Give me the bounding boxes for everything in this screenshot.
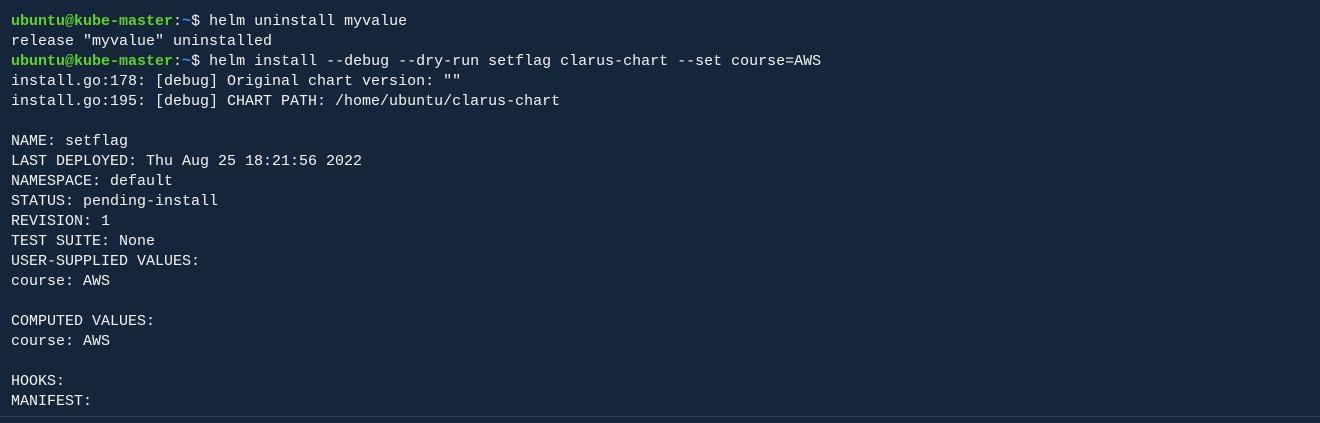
prompt-path: ~ [182,53,192,70]
output-line: REVISION: 1 [11,213,111,230]
output-line: install.go:195: [debug] CHART PATH: /hom… [11,93,561,110]
command-text: helm uninstall myvalue [209,13,408,30]
divider [0,416,1320,417]
command-text: helm install --debug --dry-run setflag c… [209,53,822,70]
output-line: release "myvalue" uninstalled [11,33,273,50]
prompt-user: ubuntu@kube-master [11,13,174,30]
output-line: course: AWS [11,333,111,350]
output-line: NAMESPACE: default [11,173,174,190]
output-line: LAST DEPLOYED: Thu Aug 25 18:21:56 2022 [11,153,363,170]
prompt-symbol: $ [191,13,210,30]
output-line: MANIFEST: [11,393,93,410]
output-line: STATUS: pending-install [11,193,219,210]
output-line: NAME: setflag [11,133,129,150]
prompt-separator: : [173,13,183,30]
output-line: USER-SUPPLIED VALUES: [11,253,201,270]
output-line: course: AWS [11,273,111,290]
output-line: COMPUTED VALUES: [11,313,156,330]
output-line: TEST SUITE: None [11,233,156,250]
prompt-separator: : [173,53,183,70]
prompt-symbol: $ [191,53,210,70]
terminal-output[interactable]: ubuntu@kube-master:~$ helm uninstall myv… [11,12,821,412]
output-line: HOOKS: [11,373,66,390]
prompt-line: ubuntu@kube-master:~$ helm install --deb… [11,52,821,72]
output-line: install.go:178: [debug] Original chart v… [11,73,462,90]
prompt-user: ubuntu@kube-master [11,53,174,70]
prompt-path: ~ [182,13,192,30]
prompt-line: ubuntu@kube-master:~$ helm uninstall myv… [11,12,821,32]
